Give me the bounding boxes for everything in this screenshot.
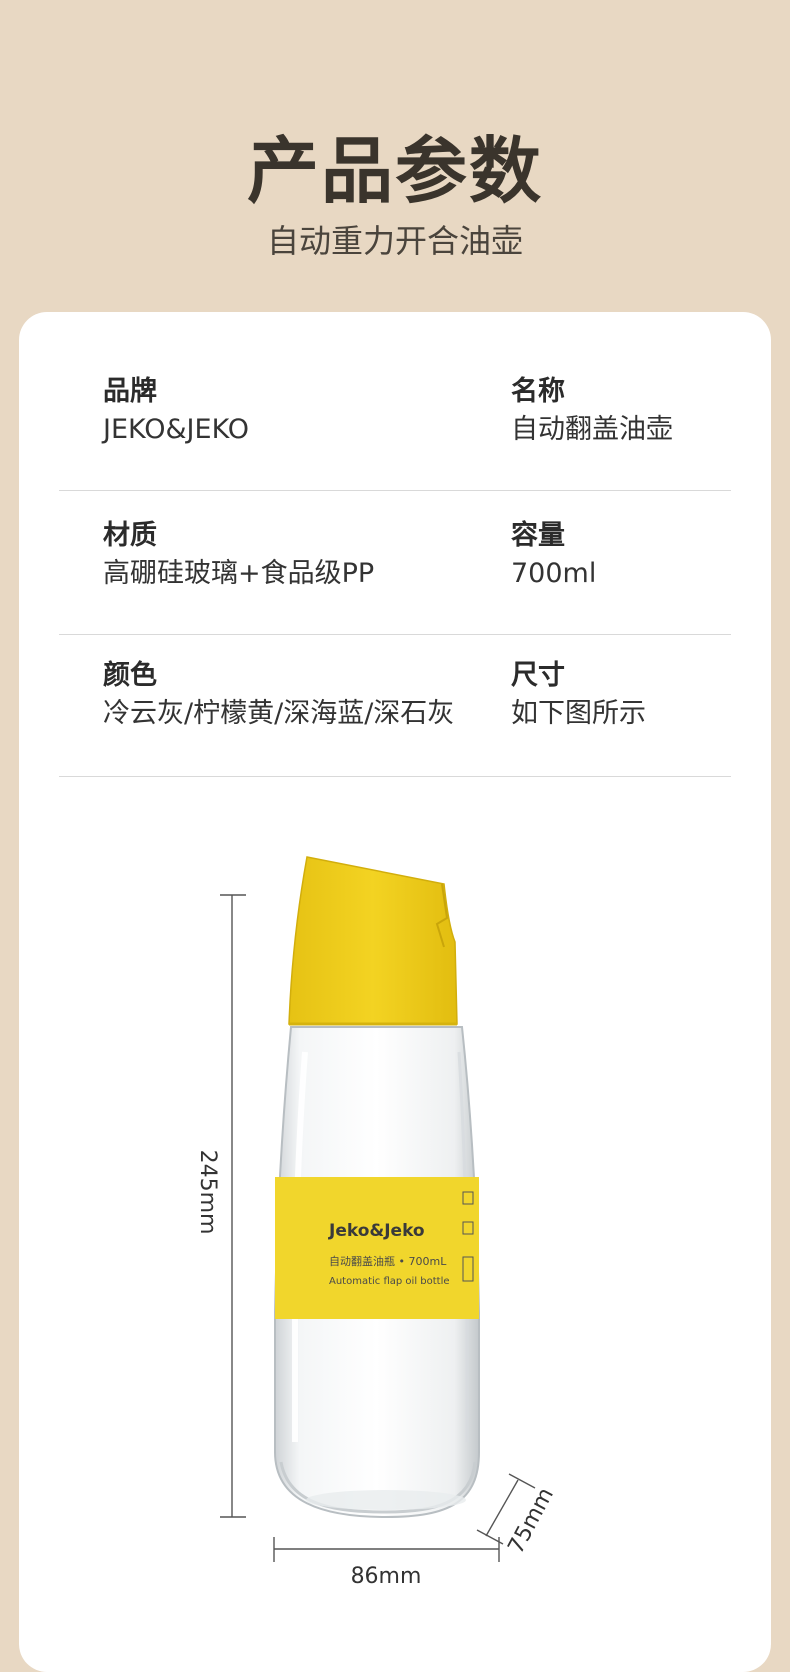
width-dimension: 86mm [273,1537,500,1589]
page-title: 产品参数 [246,129,543,213]
height-label: 245mm [195,1150,220,1235]
label-brand: Jeko&Jeko [328,1221,425,1241]
label-cn: 自动翻盖油瓶 • 700mL [329,1254,447,1268]
oil-bottle-image: Jeko&Jeko 自动翻盖油瓶 • 700mL Automatic flap … [274,856,480,1519]
spec-card: 品牌 JEKO&JEKO 名称 自动翻盖油壶 材质 高硼硅玻璃+食品级PP 容量… [19,312,771,1672]
bottle-cap [288,856,458,1025]
product-figure: 245mm 86mm 75mm Jeko&Jeko 自动翻盖油瓶 • 700mL… [195,856,559,1589]
depth-label: 75mm [504,1484,559,1558]
label-en: Automatic flap oil bottle [329,1276,450,1287]
header-banner: 产品参数 自动重力开合油壶 [0,0,790,300]
depth-dimension: 75mm [476,1473,559,1558]
page-subtitle: 自动重力开合油壶 [266,222,523,260]
bottle-label [275,1177,479,1319]
width-label: 86mm [351,1564,422,1589]
height-dimension: 245mm [195,894,246,1518]
